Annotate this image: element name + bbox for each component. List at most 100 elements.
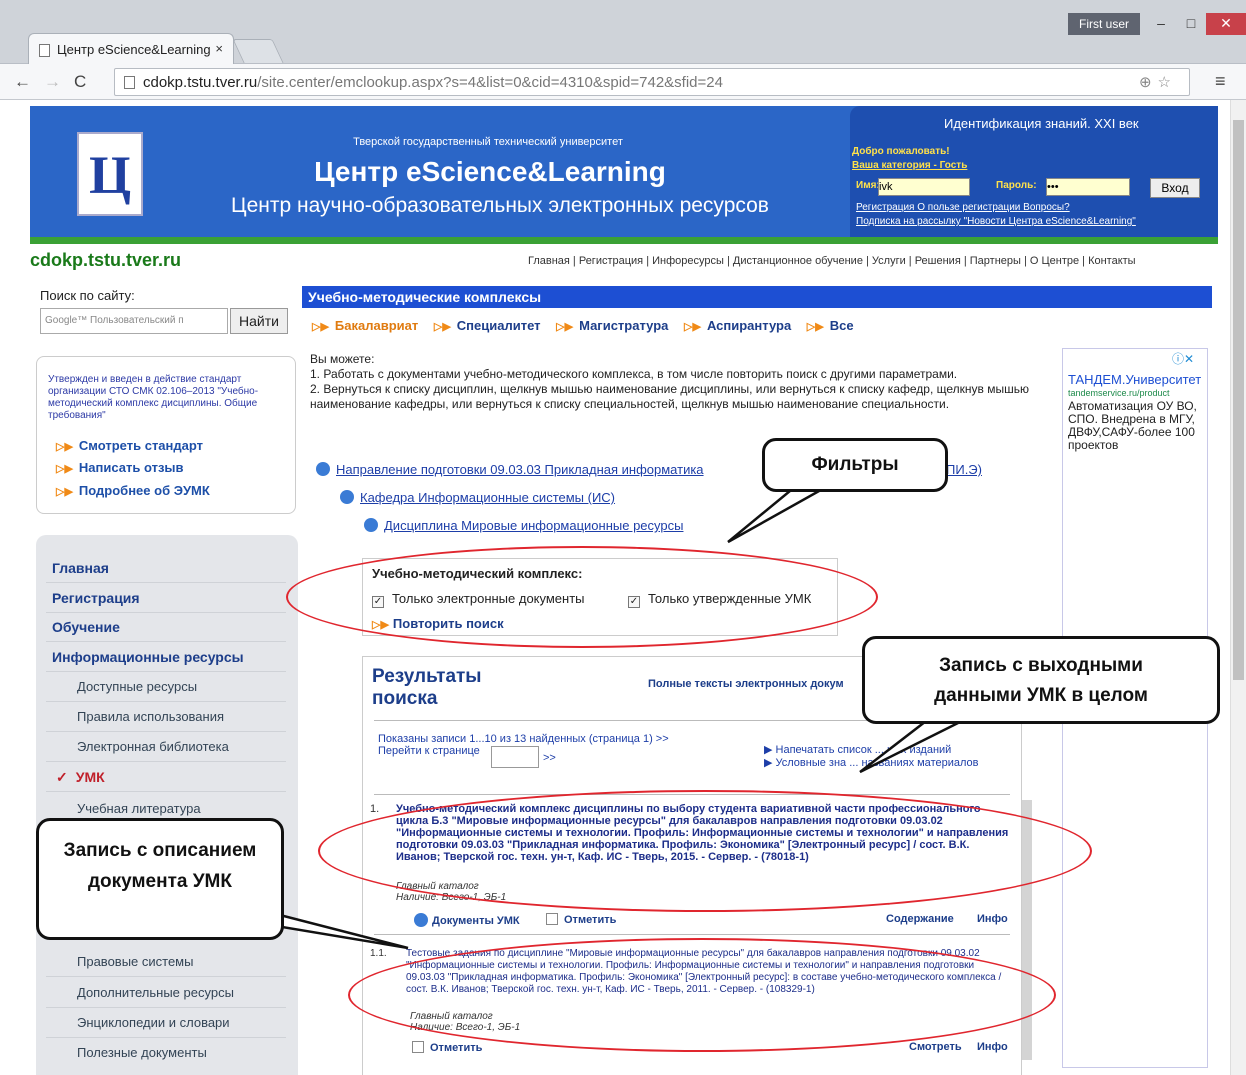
ad-url[interactable]: tandemservice.ru/product xyxy=(1068,388,1208,398)
profile-badge[interactable]: First user xyxy=(1068,13,1140,35)
browser-tab[interactable]: Центр eScience&Learning × xyxy=(28,33,234,64)
newsletter-link[interactable]: Подписка на рассылку "Новости Центра eSc… xyxy=(856,216,1136,227)
record-number: 1. xyxy=(370,803,380,815)
crumb-label: Кафедра Информационные системы (ИС) xyxy=(360,490,616,505)
login-button[interactable]: Вход xyxy=(1150,178,1200,198)
crumb-label: Направление подготовки 09.03.03 Прикладн… xyxy=(336,462,704,477)
shown-count[interactable]: Показаны записи 1...10 из 13 найденных (… xyxy=(378,733,669,745)
level-bachelor[interactable]: Бакалавриат xyxy=(335,318,418,333)
nav-divider xyxy=(46,641,286,642)
forward-arrow-icon[interactable]: → xyxy=(44,72,61,92)
umk-documents-link[interactable]: Документы УМК xyxy=(414,913,520,927)
level-master[interactable]: Магистратура xyxy=(579,318,668,333)
level-all[interactable]: Все xyxy=(830,318,854,333)
crumb-department[interactable]: Кафедра Информационные системы (ИС) xyxy=(340,490,615,505)
nav-item-legal-systems[interactable]: Правовые системы xyxy=(77,954,193,969)
site-title: Центр eScience&Learning xyxy=(314,156,666,187)
view-standard-link[interactable]: ▷▶ Смотреть стандарт xyxy=(56,438,203,453)
window-close-icon[interactable]: ✕ xyxy=(1206,13,1246,35)
link-label: Напечатать список ... ных изданий xyxy=(775,744,952,756)
maximize-icon[interactable]: □ xyxy=(1176,13,1206,35)
nav-item-umk-active[interactable]: ✓ УМК xyxy=(56,769,105,786)
ad-headline[interactable]: ТАНДЕМ.Университет xyxy=(1068,372,1208,387)
scrollbar-thumb[interactable] xyxy=(1233,120,1244,680)
legend-link[interactable]: ▶ Условные зна ... названиях материалов xyxy=(764,757,978,770)
reload-icon[interactable]: C xyxy=(74,72,86,92)
address-bar[interactable]: cdokp.tstu.tver.ru/site.center/emclookup… xyxy=(114,68,1190,96)
university-name: Тверской государственный технический уни… xyxy=(353,136,623,148)
nav-item-registration[interactable]: Регистрация xyxy=(52,590,140,606)
goto-page-button[interactable]: >> xyxy=(543,752,556,764)
write-review-link[interactable]: ▷▶ Написать отзыв xyxy=(56,460,184,475)
nav-divider xyxy=(46,1007,286,1008)
intro-text: Вы можете: 1. Работать с документами уче… xyxy=(310,352,1050,412)
mark-checkbox[interactable]: Отметить xyxy=(412,1041,482,1054)
arrow-icon: ▷▶ xyxy=(56,441,73,453)
nav-divider xyxy=(46,976,286,977)
university-logo: Ц xyxy=(77,132,143,216)
password-input[interactable] xyxy=(1046,178,1130,196)
nav-item-textbooks[interactable]: Учебная литература xyxy=(77,801,201,816)
url-host: cdokp.tstu.tver.ru xyxy=(143,74,258,91)
arrow-icon: ▷▶ xyxy=(684,321,701,333)
new-tab-button[interactable] xyxy=(232,39,284,63)
back-arrow-icon[interactable]: ← xyxy=(14,72,31,92)
name-input[interactable] xyxy=(878,178,970,196)
checkmark-icon: ✓ xyxy=(56,769,68,785)
site-name[interactable]: cdokp.tstu.tver.ru xyxy=(30,250,181,271)
nav-item-education[interactable]: Обучение xyxy=(52,619,120,635)
level-specialist[interactable]: Специалитет xyxy=(457,318,541,333)
nav-item-e-library[interactable]: Электронная библиотека xyxy=(77,739,229,754)
info-link[interactable]: Инфо xyxy=(977,913,1008,925)
nav-item-useful-docs[interactable]: Полезные документы xyxy=(77,1045,207,1060)
nav-label: УМК xyxy=(75,769,105,785)
link-label: Смотреть стандарт xyxy=(78,438,204,453)
search-label: Поиск по сайту: xyxy=(40,288,135,303)
print-links: ▶ Напечатать список ... ных изданий ▶ Ус… xyxy=(764,744,978,770)
menu-icon[interactable]: ≡ xyxy=(1215,71,1226,92)
info-link[interactable]: Инфо xyxy=(977,1041,1008,1053)
zoom-star-icons[interactable]: ⊕☆ xyxy=(1139,73,1177,91)
nav-item-extra-resources[interactable]: Дополнительные ресурсы xyxy=(77,985,234,1000)
link-label: Условные зна ... названиях материалов xyxy=(775,757,979,769)
ad-text[interactable]: Автоматизация ОУ ВО, СПО. Внедрена в МГУ… xyxy=(1068,400,1208,460)
arrow-icon: ▷▶ xyxy=(806,321,824,333)
nav-item-encyclopedias[interactable]: Энциклопедии и словари xyxy=(77,1015,230,1030)
checkbox-icon[interactable] xyxy=(546,913,558,925)
browser-toolbar: ← → C cdokp.tstu.tver.ru/site.center/emc… xyxy=(0,64,1246,100)
link-label: Подробнее об ЭУМК xyxy=(78,483,210,498)
about-eumk-link[interactable]: ▷▶ Подробнее об ЭУМК xyxy=(56,483,210,498)
nav-divider xyxy=(46,612,286,613)
crumb-direction[interactable]: Направление подготовки 09.03.03 Прикладн… xyxy=(316,462,704,477)
tab-close-icon[interactable]: × xyxy=(215,41,223,56)
user-category[interactable]: Ваша категория - Гость xyxy=(852,160,967,171)
page-number-input[interactable] xyxy=(491,746,539,768)
nav-item-info-resources[interactable]: Информационные ресурсы xyxy=(52,649,244,665)
site-search-input[interactable]: Google™ Пользовательский п xyxy=(40,308,228,334)
search-button[interactable]: Найти xyxy=(230,308,288,334)
print-list-link[interactable]: ▶ Напечатать список ... ных изданий xyxy=(764,744,978,757)
minimize-icon[interactable]: – xyxy=(1146,13,1176,35)
level-postgraduate[interactable]: Аспирантура xyxy=(707,318,791,333)
checkbox-label: Отметить xyxy=(564,914,617,926)
umk-record-callout: Запись с выходными данными УМК в целом xyxy=(862,636,1220,724)
nav-item-home[interactable]: Главная xyxy=(52,560,109,576)
crumb-discipline[interactable]: Дисциплина Мировые информационные ресурс… xyxy=(364,518,683,533)
checkbox-icon[interactable] xyxy=(412,1041,424,1053)
mark-checkbox[interactable]: Отметить xyxy=(546,913,616,926)
arrow-icon: ▷▶ xyxy=(312,321,329,333)
nav-divider xyxy=(46,1037,286,1038)
divider xyxy=(374,934,1010,935)
crumb-direction-tail[interactable]: ПИ.Э) xyxy=(946,462,982,477)
top-navigation[interactable]: Главная | Регистрация | Инфоресурсы | Ди… xyxy=(528,255,1136,267)
contents-link[interactable]: Содержание xyxy=(886,913,954,925)
adchoices-icon[interactable]: ⓘ✕ xyxy=(1172,350,1194,367)
page-icon xyxy=(39,44,50,57)
register-links[interactable]: Регистрация О пользе регистрации Вопросы… xyxy=(856,202,1070,213)
view-link[interactable]: Смотреть xyxy=(909,1041,962,1053)
full-texts-link[interactable]: Полные тексты электронных докум xyxy=(648,678,844,690)
nav-item-usage-rules[interactable]: Правила использования xyxy=(77,709,224,724)
arrow-icon: ▷▶ xyxy=(556,321,574,333)
nav-item-available-resources[interactable]: Доступные ресурсы xyxy=(77,679,197,694)
refresh-icon xyxy=(414,913,428,927)
